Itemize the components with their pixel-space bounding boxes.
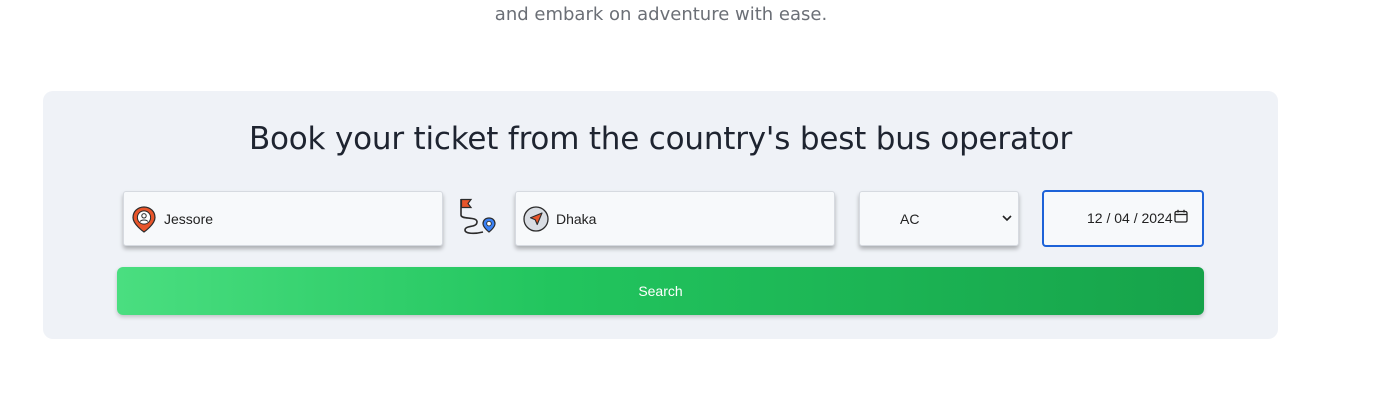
bus-class-value: AC: [900, 211, 920, 227]
location-pin-icon: [132, 206, 156, 233]
travel-date-input[interactable]: 12 / 04 / 2024: [1042, 190, 1204, 247]
calendar-icon[interactable]: [1174, 209, 1188, 223]
booking-title: Book your ticket from the country's best…: [248, 121, 1073, 157]
hero-tagline: and embark on adventure with ease.: [494, 4, 828, 25]
search-button[interactable]: Search: [117, 267, 1204, 315]
to-location-input[interactable]: Dhaka: [515, 191, 835, 246]
booking-panel: Book your ticket from the country's best…: [43, 91, 1278, 339]
from-location-value: Jessore: [164, 211, 214, 227]
chevron-down-icon: [1002, 215, 1012, 222]
bus-class-select[interactable]: AC: [859, 191, 1019, 246]
route-icon[interactable]: [457, 198, 501, 238]
travel-date-value: 12 / 04 / 2024: [1087, 210, 1173, 226]
navigation-icon: [523, 206, 549, 232]
from-location-input[interactable]: Jessore: [123, 191, 443, 246]
to-location-value: Dhaka: [556, 211, 597, 227]
